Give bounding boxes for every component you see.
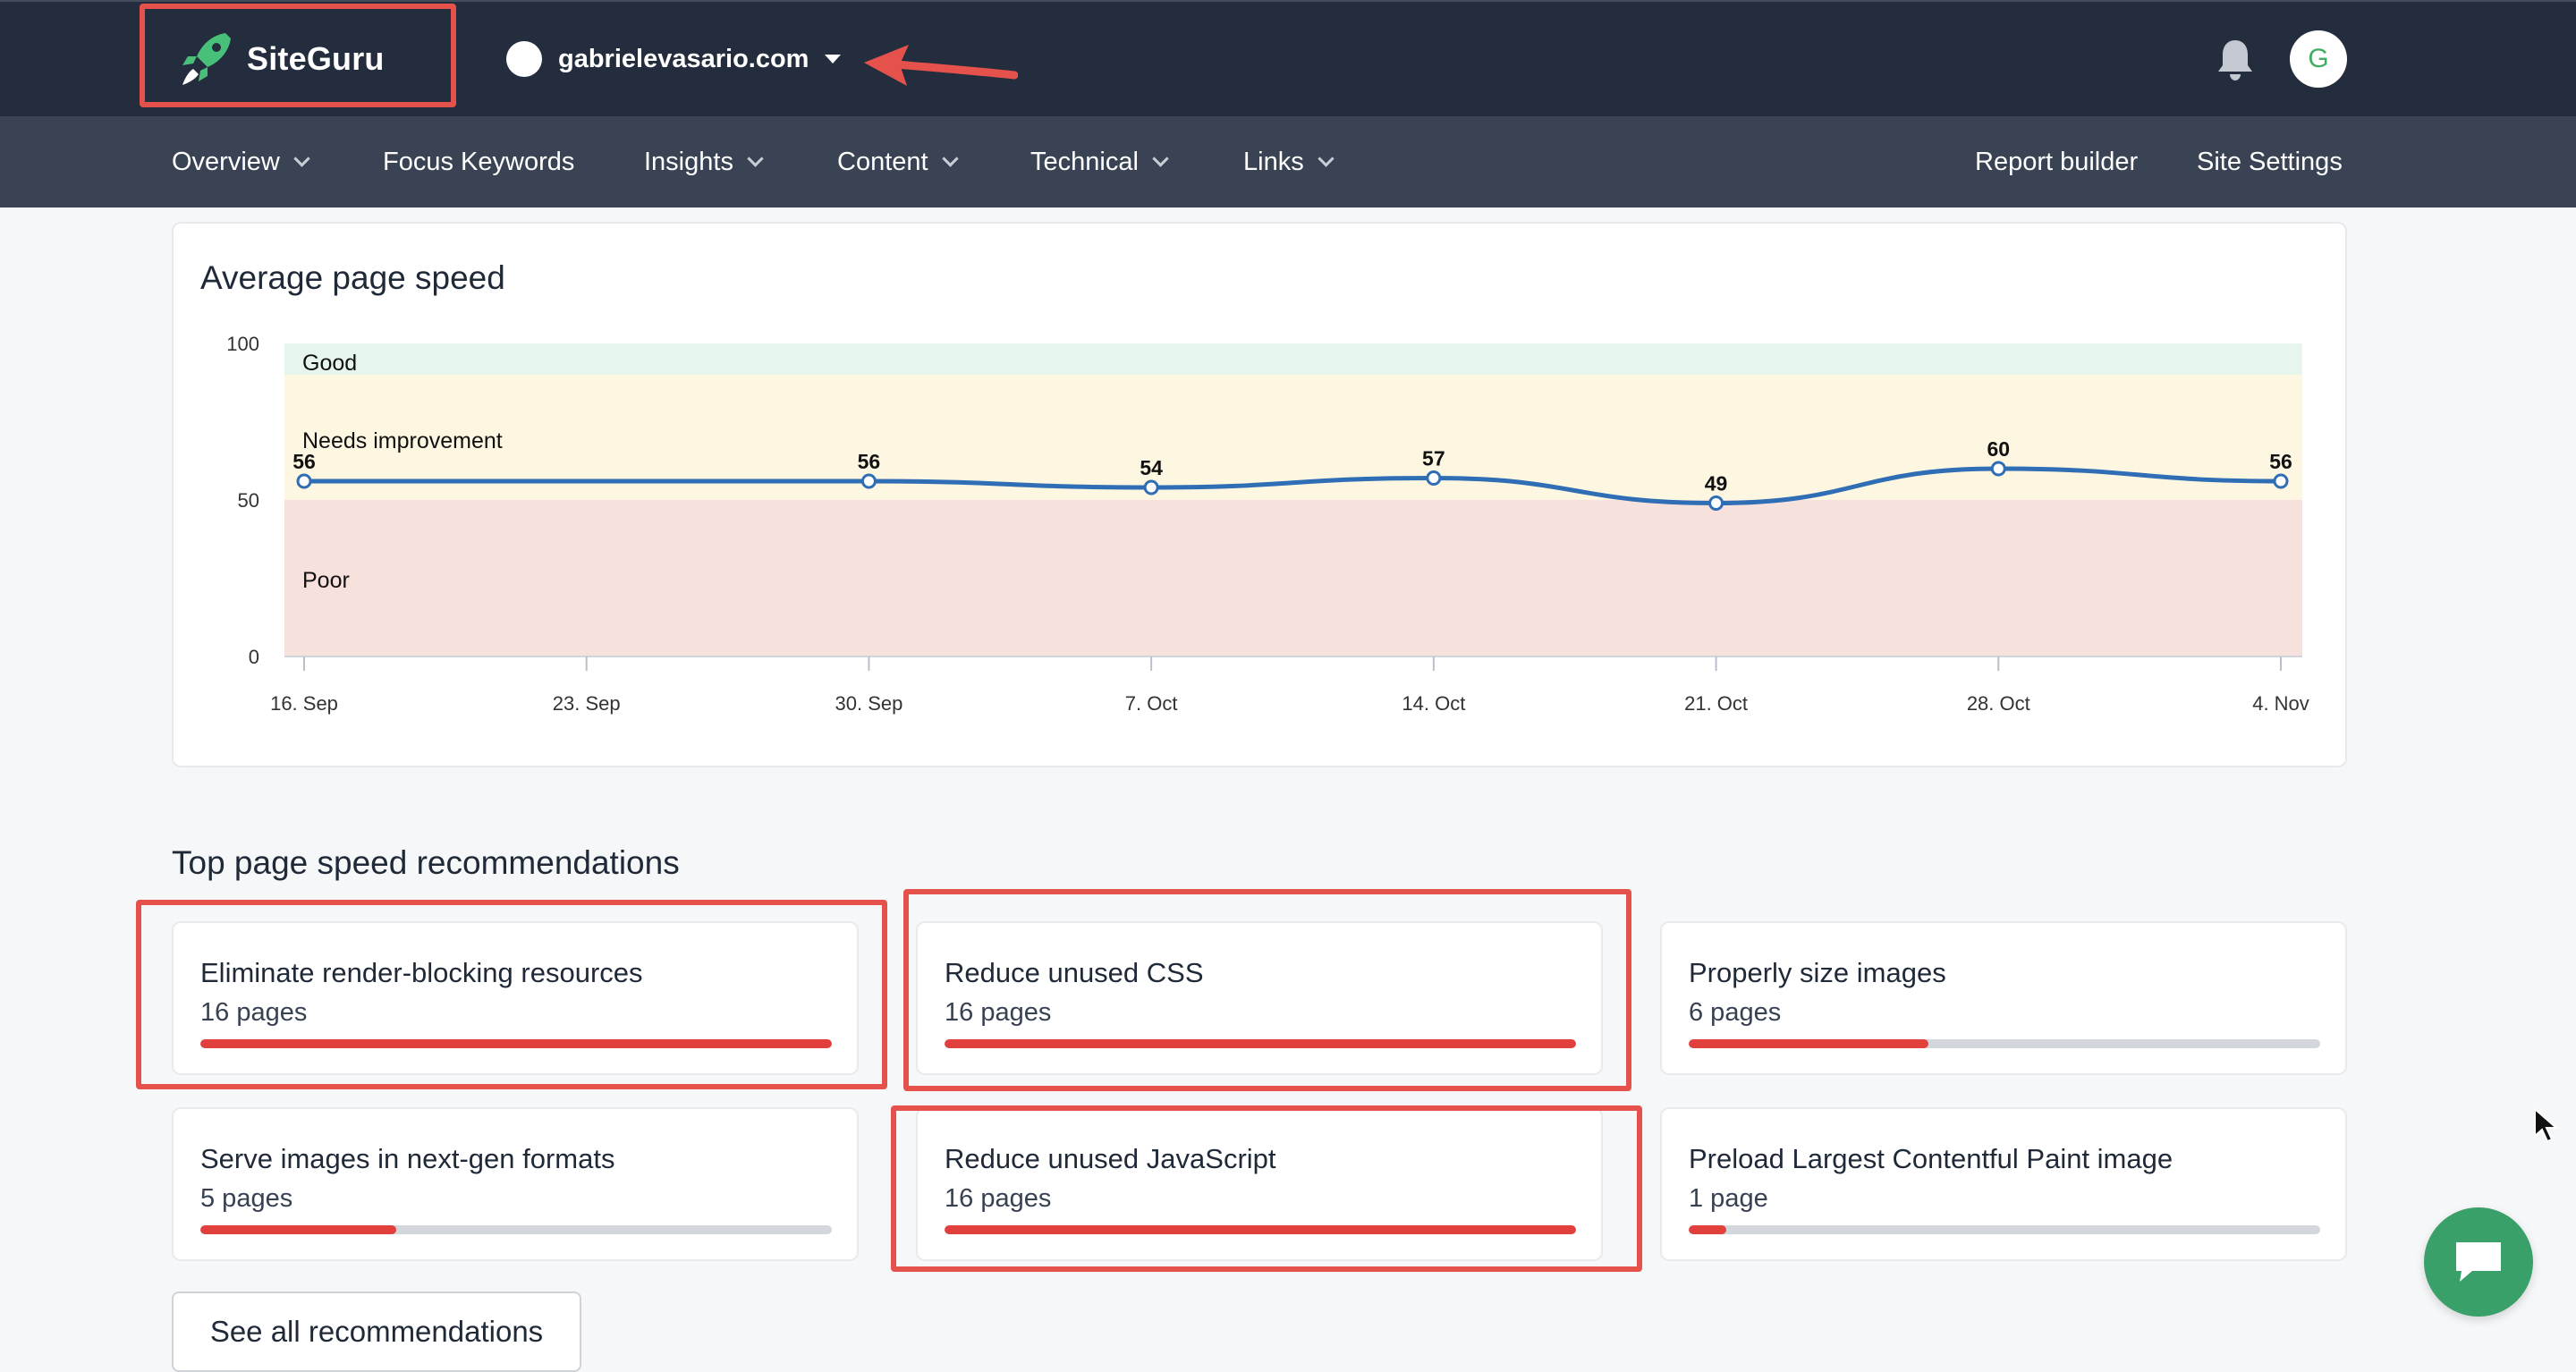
- recommendation-pages: 1 page: [1689, 1184, 1768, 1213]
- chat-icon: [2456, 1242, 2501, 1282]
- x-tick-label: 28. Oct: [1967, 692, 2030, 715]
- nav-label: Content: [837, 147, 928, 176]
- recommendation-progress: [200, 1225, 832, 1234]
- data-point: [1426, 470, 1442, 486]
- nav-overview[interactable]: Overview: [172, 116, 310, 207]
- nav-label: Report builder: [1975, 147, 2139, 176]
- chevron-down-icon: [293, 149, 310, 167]
- recommendation-title: Properly size images: [1689, 957, 1946, 988]
- recommendation-card[interactable]: Reduce unused JavaScript 16 pages: [916, 1107, 1603, 1261]
- nav-label: Site Settings: [2197, 147, 2343, 176]
- progress-fill: [200, 1039, 832, 1048]
- band-label-good: Good: [302, 351, 357, 376]
- nav-content[interactable]: Content: [837, 116, 959, 207]
- nav-report-builder[interactable]: Report builder: [1975, 116, 2138, 207]
- nav-label: Focus Keywords: [383, 147, 575, 176]
- x-tick-label: 21. Oct: [1684, 692, 1748, 715]
- recommendation-progress: [945, 1225, 1576, 1234]
- data-point: [1143, 479, 1159, 495]
- chevron-down-icon: [941, 149, 959, 167]
- y-tick-label: 100: [226, 333, 259, 355]
- siteguru-logo[interactable]: SiteGuru: [179, 23, 385, 95]
- progress-fill: [945, 1039, 1576, 1048]
- progress-fill: [1689, 1225, 1727, 1234]
- recommendation-card[interactable]: Properly size images 6 pages: [1660, 921, 2347, 1075]
- band-label-poor: Poor: [302, 568, 350, 593]
- band-label-needs-improvement: Needs improvement: [302, 428, 503, 453]
- recommendations-title: Top page speed recommendations: [172, 844, 680, 881]
- recommendation-title: Serve images in next-gen formats: [200, 1143, 615, 1174]
- recommendation-progress: [1689, 1039, 2320, 1048]
- band-poor: [284, 500, 2302, 656]
- data-point: [1708, 495, 1724, 511]
- recommendation-pages: 16 pages: [945, 998, 1052, 1027]
- nav-technical[interactable]: Technical: [1030, 116, 1169, 207]
- data-point: [296, 473, 312, 489]
- recommendation-card[interactable]: Preload Largest Contentful Paint image 1…: [1660, 1107, 2347, 1261]
- progress-fill: [200, 1225, 396, 1234]
- bell-icon[interactable]: [2215, 38, 2256, 82]
- x-tick-label: 14. Oct: [1402, 692, 1465, 715]
- site-favicon: [506, 41, 542, 77]
- avatar[interactable]: G: [2290, 30, 2347, 88]
- recommendation-progress: [945, 1039, 1576, 1048]
- recommendation-pages: 16 pages: [200, 998, 308, 1027]
- data-label: 56: [858, 450, 881, 473]
- chevron-down-icon: [747, 149, 764, 167]
- band-good: [284, 343, 2302, 375]
- recommendation-card[interactable]: Eliminate render-blocking resources 16 p…: [172, 921, 859, 1075]
- y-tick-label: 50: [238, 489, 259, 512]
- nav-label: Overview: [172, 147, 280, 176]
- data-point: [1990, 461, 2006, 477]
- recommendation-progress: [1689, 1225, 2320, 1234]
- rocket-icon: [182, 33, 231, 85]
- recommendation-card[interactable]: Serve images in next-gen formats 5 pages: [172, 1107, 859, 1261]
- top-bar: SiteGuru gabrielevasario.com G: [0, 0, 2576, 116]
- data-label: 54: [1140, 456, 1163, 479]
- data-label: 49: [1705, 472, 1728, 495]
- recommendation-progress: [200, 1039, 832, 1048]
- see-all-recommendations-button[interactable]: See all recommendations: [172, 1292, 581, 1372]
- site-domain: gabrielevasario.com: [558, 44, 809, 73]
- nav-label: Links: [1243, 147, 1304, 176]
- x-tick-label: 23. Sep: [553, 692, 621, 715]
- chevron-down-icon: [1152, 149, 1169, 167]
- caret-down-icon: [825, 55, 842, 64]
- main-nav: Overview Focus Keywords Insights Content…: [0, 116, 2576, 207]
- mouse-cursor-icon: [2534, 1107, 2559, 1143]
- chevron-down-icon: [1318, 149, 1335, 167]
- nav-label: Insights: [644, 147, 733, 176]
- nav-links[interactable]: Links: [1243, 116, 1335, 207]
- average-page-speed-card: Average page speed Good Needs improvement…: [172, 222, 2347, 767]
- progress-fill: [1689, 1039, 1929, 1048]
- nav-focus-keywords[interactable]: Focus Keywords: [383, 116, 574, 207]
- x-tick-label: 4. Nov: [2252, 692, 2309, 715]
- brand-name: SiteGuru: [247, 40, 385, 77]
- x-tick-label: 7. Oct: [1125, 692, 1178, 715]
- data-label: 60: [1987, 437, 2010, 461]
- recommendation-title: Reduce unused CSS: [945, 957, 1204, 988]
- recommendation-card[interactable]: Reduce unused CSS 16 pages: [916, 921, 1603, 1075]
- data-point: [2273, 473, 2289, 489]
- nav-label: Technical: [1030, 147, 1139, 176]
- recommendation-pages: 6 pages: [1689, 998, 1782, 1027]
- data-label: 56: [2269, 450, 2292, 473]
- site-switcher[interactable]: gabrielevasario.com: [506, 39, 842, 79]
- nav-insights[interactable]: Insights: [644, 116, 764, 207]
- recommendation-pages: 5 pages: [200, 1184, 293, 1213]
- recommendation-title: Eliminate render-blocking resources: [200, 957, 643, 988]
- nav-site-settings[interactable]: Site Settings: [2197, 116, 2343, 207]
- chat-button[interactable]: [2424, 1207, 2533, 1317]
- data-label: 56: [292, 450, 316, 473]
- recommendation-pages: 16 pages: [945, 1184, 1052, 1213]
- data-point: [860, 473, 877, 489]
- x-tick-label: 16. Sep: [270, 692, 338, 715]
- recommendation-title: Reduce unused JavaScript: [945, 1143, 1276, 1174]
- page-speed-chart: Good Needs improvement Poor 0 50 100 16. Sep 23…: [226, 333, 2309, 715]
- progress-fill: [945, 1225, 1576, 1234]
- recommendation-title: Preload Largest Contentful Paint image: [1689, 1143, 2174, 1174]
- y-tick-label: 0: [249, 646, 259, 668]
- x-tick-label: 30. Sep: [835, 692, 903, 715]
- data-label: 57: [1422, 447, 1445, 470]
